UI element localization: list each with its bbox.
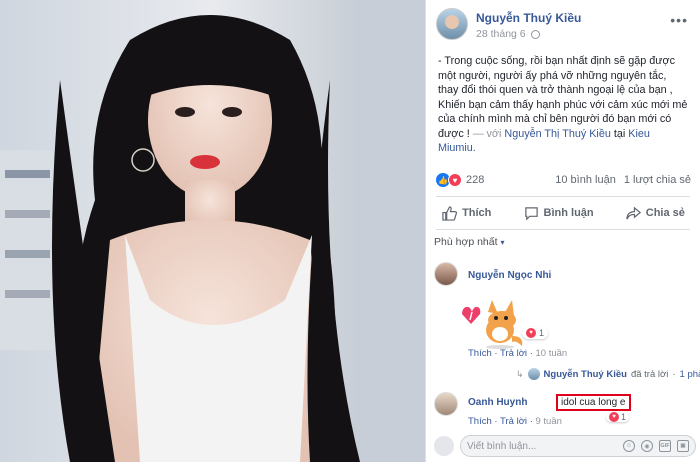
view-replies[interactable]: ↳ Nguyễn Thuý Kiều đã trả lời · 1 phản h… bbox=[516, 368, 700, 380]
like-label: Thích bbox=[462, 207, 492, 219]
separator: · bbox=[672, 368, 676, 380]
comment-input-wrapper: ☺ ◉ GIF ▣ bbox=[460, 435, 696, 457]
commenter-avatar[interactable] bbox=[434, 392, 458, 416]
comment-button[interactable]: Bình luận bbox=[524, 206, 594, 221]
globe-icon bbox=[530, 29, 540, 39]
comment-reply-link[interactable]: Trả lời bbox=[500, 348, 527, 359]
share-count[interactable]: 1 lượt chia sẻ bbox=[624, 174, 691, 186]
tagged-person-link[interactable]: Nguyễn Thị Thuý Kiều bbox=[504, 128, 610, 140]
author-name[interactable]: Nguyễn Thuý Kiều bbox=[476, 10, 581, 26]
comment-text-highlighted: idol cua long e bbox=[556, 394, 631, 411]
fox-sticker bbox=[462, 300, 523, 349]
commenter-name[interactable]: Nguyễn Ngọc Nhi bbox=[468, 270, 551, 281]
comment-reaction[interactable]: ♥ 1 bbox=[522, 327, 549, 339]
comment-time[interactable]: 10 tuần bbox=[536, 348, 568, 359]
comment-reaction[interactable]: ♥ 1 bbox=[606, 412, 630, 422]
comment-time[interactable]: 9 tuần bbox=[536, 416, 562, 427]
replier-name: Nguyễn Thuý Kiều bbox=[543, 368, 627, 380]
composer-icons: ☺ ◉ GIF ▣ bbox=[623, 440, 689, 452]
separator: · bbox=[529, 348, 533, 359]
comment-input[interactable] bbox=[467, 440, 623, 452]
post-photo[interactable] bbox=[0, 0, 425, 462]
share-icon bbox=[626, 206, 641, 219]
commenter-name[interactable]: Oanh Huynh bbox=[468, 397, 527, 408]
replier-avatar bbox=[527, 368, 540, 380]
action-bar: Thích Bình luận Chia sẻ bbox=[426, 198, 700, 228]
divider bbox=[436, 229, 690, 230]
reply-arrow-icon: ↳ bbox=[516, 368, 524, 379]
like-button[interactable]: Thích bbox=[442, 205, 492, 221]
replied-text: đã trả lời bbox=[630, 368, 669, 380]
post-detail-panel: Nguyễn Thuý Kiều 28 tháng 6 ••• - Trong … bbox=[425, 0, 700, 462]
separator: · bbox=[494, 348, 498, 359]
comment-composer: ☺ ◉ GIF ▣ bbox=[434, 434, 696, 458]
share-label: Chia sẻ bbox=[645, 207, 685, 219]
reaction-icons[interactable]: 👍 ♥ 228 bbox=[436, 173, 484, 187]
thumbs-up-icon bbox=[442, 205, 458, 221]
post-meta: 28 tháng 6 bbox=[476, 28, 581, 40]
post-stats: 10 bình luận 1 lượt chia sẻ bbox=[555, 174, 691, 186]
separator: · bbox=[494, 416, 498, 427]
comment-reply-link[interactable]: Trả lời bbox=[500, 416, 527, 427]
facebook-photo-viewer: Nguyễn Thuý Kiều 28 tháng 6 ••• - Trong … bbox=[0, 0, 700, 462]
comment-count[interactable]: 10 bình luận bbox=[555, 174, 616, 186]
comment-actions: Thích · Trả lời · 9 tuần bbox=[468, 416, 562, 427]
comment-reaction-count: 1 bbox=[621, 412, 627, 422]
sticker-icon[interactable]: ▣ bbox=[677, 440, 689, 452]
user-avatar bbox=[434, 436, 454, 456]
emoji-icon[interactable]: ☺ bbox=[623, 440, 635, 452]
love-reaction-icon: ♥ bbox=[609, 412, 619, 422]
comment-like-link[interactable]: Thích bbox=[468, 416, 492, 427]
share-button[interactable]: Chia sẻ bbox=[626, 206, 685, 221]
commenter-avatar[interactable] bbox=[434, 262, 458, 286]
reply-count: 1 phản hồi bbox=[679, 368, 700, 380]
comment-actions: Thích · Trả lời · 10 tuần bbox=[468, 348, 567, 359]
reaction-count[interactable]: 228 bbox=[466, 174, 484, 186]
chevron-down-icon: ▾ bbox=[500, 237, 505, 247]
love-reaction-icon: ♥ bbox=[448, 173, 462, 187]
love-reaction-icon: ♥ bbox=[526, 328, 536, 338]
comment-label: Bình luận bbox=[543, 207, 594, 219]
more-options-icon[interactable]: ••• bbox=[670, 12, 688, 28]
at-word: tại bbox=[613, 127, 626, 140]
post-date[interactable]: 28 tháng 6 bbox=[476, 28, 526, 40]
photo-pane bbox=[0, 0, 425, 462]
with-prefix: — với bbox=[472, 127, 502, 140]
reactions-bar: 👍 ♥ 228 10 bình luận 1 lượt chia sẻ bbox=[426, 166, 700, 194]
gif-icon[interactable]: GIF bbox=[659, 440, 671, 452]
comment-like-link[interactable]: Thích bbox=[468, 348, 492, 359]
comment-icon bbox=[524, 206, 538, 221]
camera-icon[interactable]: ◉ bbox=[641, 440, 653, 452]
separator: · bbox=[529, 416, 533, 427]
post-text: - Trong cuộc sống, rồi bạn nhất định sẽ … bbox=[426, 54, 700, 156]
comment-sort-dropdown[interactable]: Phù hợp nhất ▾ bbox=[434, 236, 505, 248]
post-header: Nguyễn Thuý Kiều 28 tháng 6 ••• bbox=[426, 0, 700, 48]
divider bbox=[436, 196, 690, 197]
author-avatar[interactable] bbox=[436, 8, 468, 40]
sort-label: Phù hợp nhất bbox=[434, 236, 498, 248]
comment-reaction-count: 1 bbox=[539, 328, 545, 338]
